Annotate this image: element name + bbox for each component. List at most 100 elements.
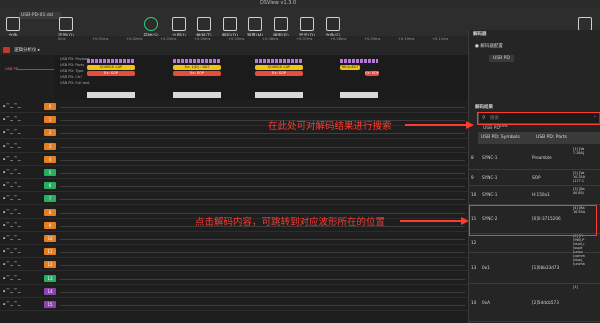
channel-waveform (60, 120, 465, 122)
channel-tag[interactable]: 5 (44, 169, 56, 176)
result-cell: SOP (532, 174, 541, 180)
decoded-pill[interactable]: SOURCE CAP (255, 65, 303, 70)
collapse-icon[interactable] (3, 47, 10, 53)
channel-tag[interactable]: 8 (44, 208, 56, 216)
channel-waveform (60, 199, 465, 201)
channel-row[interactable]: ▪ ▔ ▁ ▔ ▁ 5 (0, 167, 468, 179)
ruler-tick-label: +0.08ms (330, 37, 347, 41)
channel-trigger-controls[interactable]: ▪ ▔ ▁ ▔ ▁ (3, 236, 21, 240)
channel-trigger-controls[interactable]: ▪ ▔ ▁ ▔ ▁ (3, 249, 21, 253)
decoded-pill[interactable]: Ex: SOP (87, 71, 135, 76)
channel-trigger-controls[interactable]: ▪ ▔ ▁ ▔ ▁ (3, 170, 21, 174)
decoded-beads[interactable] (340, 59, 378, 63)
channel-trigger-controls[interactable]: ▪ ▔ ▁ ▔ ▁ (3, 276, 21, 280)
channel-tag[interactable]: 6 (44, 182, 56, 190)
row-index: 14 (471, 299, 477, 305)
result-cell: [1]0bb33d73 (532, 265, 560, 270)
channel-row[interactable]: ▪ ▔ ▁ ▔ ▁ 12 (0, 259, 468, 272)
decoded-pill[interactable]: Ex: SOP (255, 71, 303, 76)
channel-row[interactable]: ▪ ▔ ▁ ▔ ▁ 11 (0, 246, 468, 259)
channel-tag[interactable]: 4 (44, 155, 56, 163)
decoder-row-label: USB PD: Type (60, 69, 84, 73)
channel-tag[interactable]: 1 (44, 116, 56, 124)
channel-row[interactable]: ▪ ▔ ▁ ▔ ▁ 3 (0, 141, 468, 153)
channel-row[interactable]: ▪ ▔ ▁ ▔ ▁ 14 (0, 286, 468, 298)
file-icon (6, 17, 20, 31)
channel-row[interactable]: ▪ ▔ ▁ ▔ ▁ 2 (0, 127, 468, 140)
channel-tag[interactable]: 11 (44, 248, 56, 256)
result-cell: 0xA (482, 299, 491, 305)
channel-trigger-controls[interactable]: ▪ ▔ ▁ ▔ ▁ (3, 104, 21, 108)
app-title: DSView v1.3.0 (260, 0, 297, 6)
channel-trigger-controls[interactable]: ▪ ▔ ▁ ▔ ▁ (3, 289, 21, 293)
channel-trigger-controls[interactable]: ▪ ▔ ▁ ▔ ▁ (3, 183, 21, 187)
channel-tag[interactable]: 12 (44, 261, 56, 269)
decoder-config-label: ● 解码器配置 (475, 44, 503, 49)
results-row[interactable]: 12 [5] [Fi (9W),P (dual_r (supe (unco (co… (468, 233, 600, 266)
channel-trigger-controls[interactable]: ▪ ▔ ▁ ▔ ▁ (3, 130, 21, 134)
decoder-area[interactable]: USB PD: Payload USB PD: Parts USB PD: Type… (55, 55, 468, 100)
decoded-pill[interactable]: REQUEST (340, 65, 360, 70)
channel-row[interactable]: ▪ ▔ ▁ ▔ ▁ 4 (0, 154, 468, 166)
channel-waveform (60, 186, 465, 188)
measure-icon (248, 17, 262, 31)
channel-row[interactable]: ▪ ▔ ▁ ▔ ▁ 10 (0, 233, 468, 245)
results-row[interactable]: 13 0x1 [1]0bb33d73 (468, 253, 600, 284)
channel-row[interactable]: ▪ ▔ ▁ ▔ ▁ 15 (0, 299, 468, 311)
result-cell: 0x1 (482, 265, 490, 270)
column-header[interactable]: USB PD: Symbols (481, 135, 520, 140)
channel-tag[interactable]: 7 (44, 195, 56, 203)
decoder-panel-title: 解码器 (473, 32, 487, 37)
options-icon (59, 17, 73, 31)
channel-row[interactable]: ▪ ▔ ▁ ▔ ▁ 6 (0, 180, 468, 193)
result-cell: [1] (573, 285, 578, 289)
search-annotation: 在此处可对解码结果进行搜索 (268, 121, 392, 132)
channel-waveform (60, 252, 465, 254)
decoded-beads[interactable] (255, 59, 303, 63)
decoded-pill[interactable]: Ex: SOP (365, 71, 379, 76)
decoded-pill[interactable]: Ex: 1(D) : DAT (173, 65, 221, 70)
decoder-entry[interactable]: USB PD (489, 55, 514, 62)
channel-trigger-controls[interactable]: ▪ ▔ ▁ ▔ ▁ (3, 262, 21, 266)
channel-tag[interactable]: 3 (44, 142, 56, 150)
waveform-block[interactable] (87, 92, 135, 98)
channel-tag[interactable]: 14 (44, 287, 56, 295)
column-header[interactable]: USB PD: Parts (536, 135, 567, 140)
search-icon (274, 17, 288, 31)
channel-tag[interactable]: 2 (44, 129, 56, 137)
channel-tag[interactable]: 13 (44, 274, 56, 282)
channel-trigger-controls[interactable]: ▪ ▔ ▁ ▔ ▁ (3, 223, 21, 227)
file-menu-icon (326, 17, 340, 31)
ruler-tick-label: +0.01ms (92, 37, 109, 41)
decoded-beads[interactable] (173, 59, 221, 63)
decoded-beads[interactable] (87, 59, 135, 63)
channel-row[interactable]: ▪ ▔ ▁ ▔ ▁ 7 (0, 193, 468, 206)
waveform-block[interactable] (173, 92, 221, 98)
channel-trigger-controls[interactable]: ▪ ▔ ▁ ▔ ▁ (3, 210, 21, 214)
channel-trigger-controls[interactable]: ▪ ▔ ▁ ▔ ▁ (3, 144, 21, 148)
channel-trigger-controls[interactable]: ▪ ▔ ▁ ▔ ▁ (3, 196, 21, 200)
channel-row[interactable]: ▪ ▔ ▁ ▔ ▁ 13 (0, 273, 468, 285)
channel-trigger-controls[interactable]: ▪ ▔ ▁ ▔ ▁ (3, 302, 21, 306)
results-row[interactable]: 14 0xA [2]5ddcb573 [1] (468, 284, 600, 322)
group-label: 逻辑分析仪 ▸ (14, 48, 41, 53)
channel-trigger-controls[interactable]: ▪ ▔ ▁ ▔ ▁ (3, 157, 21, 161)
results-row[interactable]: 8 SYNC-1 Preamble [1] [Va 7.26A] (468, 146, 600, 170)
decoded-pill[interactable]: Ex: SOP (173, 71, 221, 76)
waveform-block[interactable] (255, 92, 303, 98)
display-icon (300, 17, 314, 31)
channel-waveform (60, 239, 465, 240)
channel-tag[interactable]: 9 (44, 221, 56, 229)
channel-row[interactable]: ▪ ▔ ▁ ▔ ▁ 0 (0, 101, 468, 113)
waveform-block[interactable] (340, 92, 378, 98)
channel-trigger-controls[interactable]: ▪ ▔ ▁ ▔ ▁ (3, 117, 21, 121)
channel-tag[interactable]: 10 (44, 235, 56, 242)
channel-waveform (60, 265, 465, 267)
decoded-pill[interactable]: SOURCE CAP (87, 65, 135, 70)
channel-tag[interactable]: 0 (44, 103, 56, 110)
results-row[interactable]: 10 SYNC-1 H:150a1 [3] [Ba 40.65/ (468, 186, 600, 205)
results-row[interactable]: 9 SYNC-1 SOP [2] [Va 10.35A (177.1 (468, 170, 600, 186)
result-cell: [3] [Ba 40.65/ (573, 187, 585, 195)
channel-tag[interactable]: 15 (44, 301, 56, 308)
channel-row[interactable]: ▪ ▔ ▁ ▔ ▁ 1 (0, 114, 468, 127)
